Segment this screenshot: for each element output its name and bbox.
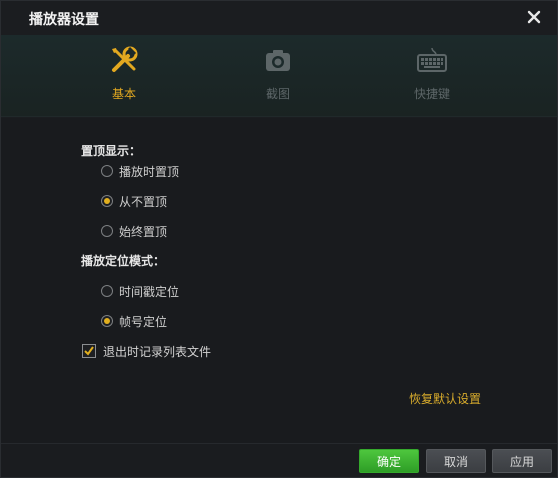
radio-dot <box>101 225 113 237</box>
close-icon[interactable] <box>525 8 543 26</box>
radio-label: 帧号定位 <box>119 315 168 329</box>
checkbox-box <box>82 344 96 358</box>
checkbox-label: 退出时记录列表文件 <box>103 345 212 359</box>
pin-group-label: 置顶显示： <box>81 144 142 158</box>
settings-panel: 置顶显示： 播放时置顶 从不置顶 始终置顶 播放定位模式： 时间戳定位 帧号定位… <box>1 118 557 443</box>
cancel-button[interactable]: 取消 <box>426 449 486 473</box>
tab-screenshot-label: 截图 <box>265 87 290 101</box>
radio-label: 播放时置顶 <box>119 165 180 179</box>
checkmark-icon <box>84 346 94 356</box>
camera-icon <box>263 45 293 75</box>
tab-hotkeys[interactable]: 快捷键 <box>392 45 472 107</box>
tab-basic[interactable]: 基本 <box>84 45 164 107</box>
restore-defaults-link[interactable]: 恢复默认设置 <box>409 390 481 407</box>
radio-label: 从不置顶 <box>119 195 168 209</box>
tools-icon <box>109 45 139 75</box>
keyboard-icon <box>417 45 447 75</box>
tab-basic-label: 基本 <box>111 87 136 101</box>
window-title: 播放器设置 <box>29 12 99 28</box>
tab-hotkeys-label: 快捷键 <box>413 87 450 101</box>
ok-button[interactable]: 确定 <box>359 449 419 473</box>
radio-dot <box>101 285 113 297</box>
title-bar: 播放器设置 <box>1 1 557 35</box>
radio-label: 始终置顶 <box>119 225 168 239</box>
radio-dot <box>101 315 113 327</box>
apply-button[interactable]: 应用 <box>492 449 552 473</box>
radio-label: 时间戳定位 <box>119 285 180 299</box>
seek-group-label: 播放定位模式： <box>81 254 166 268</box>
radio-dot <box>101 165 113 177</box>
settings-tabs: 基本 截图 快捷键 <box>1 35 557 117</box>
tab-screenshot[interactable]: 截图 <box>238 45 318 107</box>
settings-window: 播放器设置 基本 截图 快捷键 置顶显示： 播放时置顶 从不置顶 始终置顶 播放… <box>0 0 558 478</box>
radio-dot <box>101 195 113 207</box>
button-bar: 确定 取消 应用 <box>1 443 557 477</box>
